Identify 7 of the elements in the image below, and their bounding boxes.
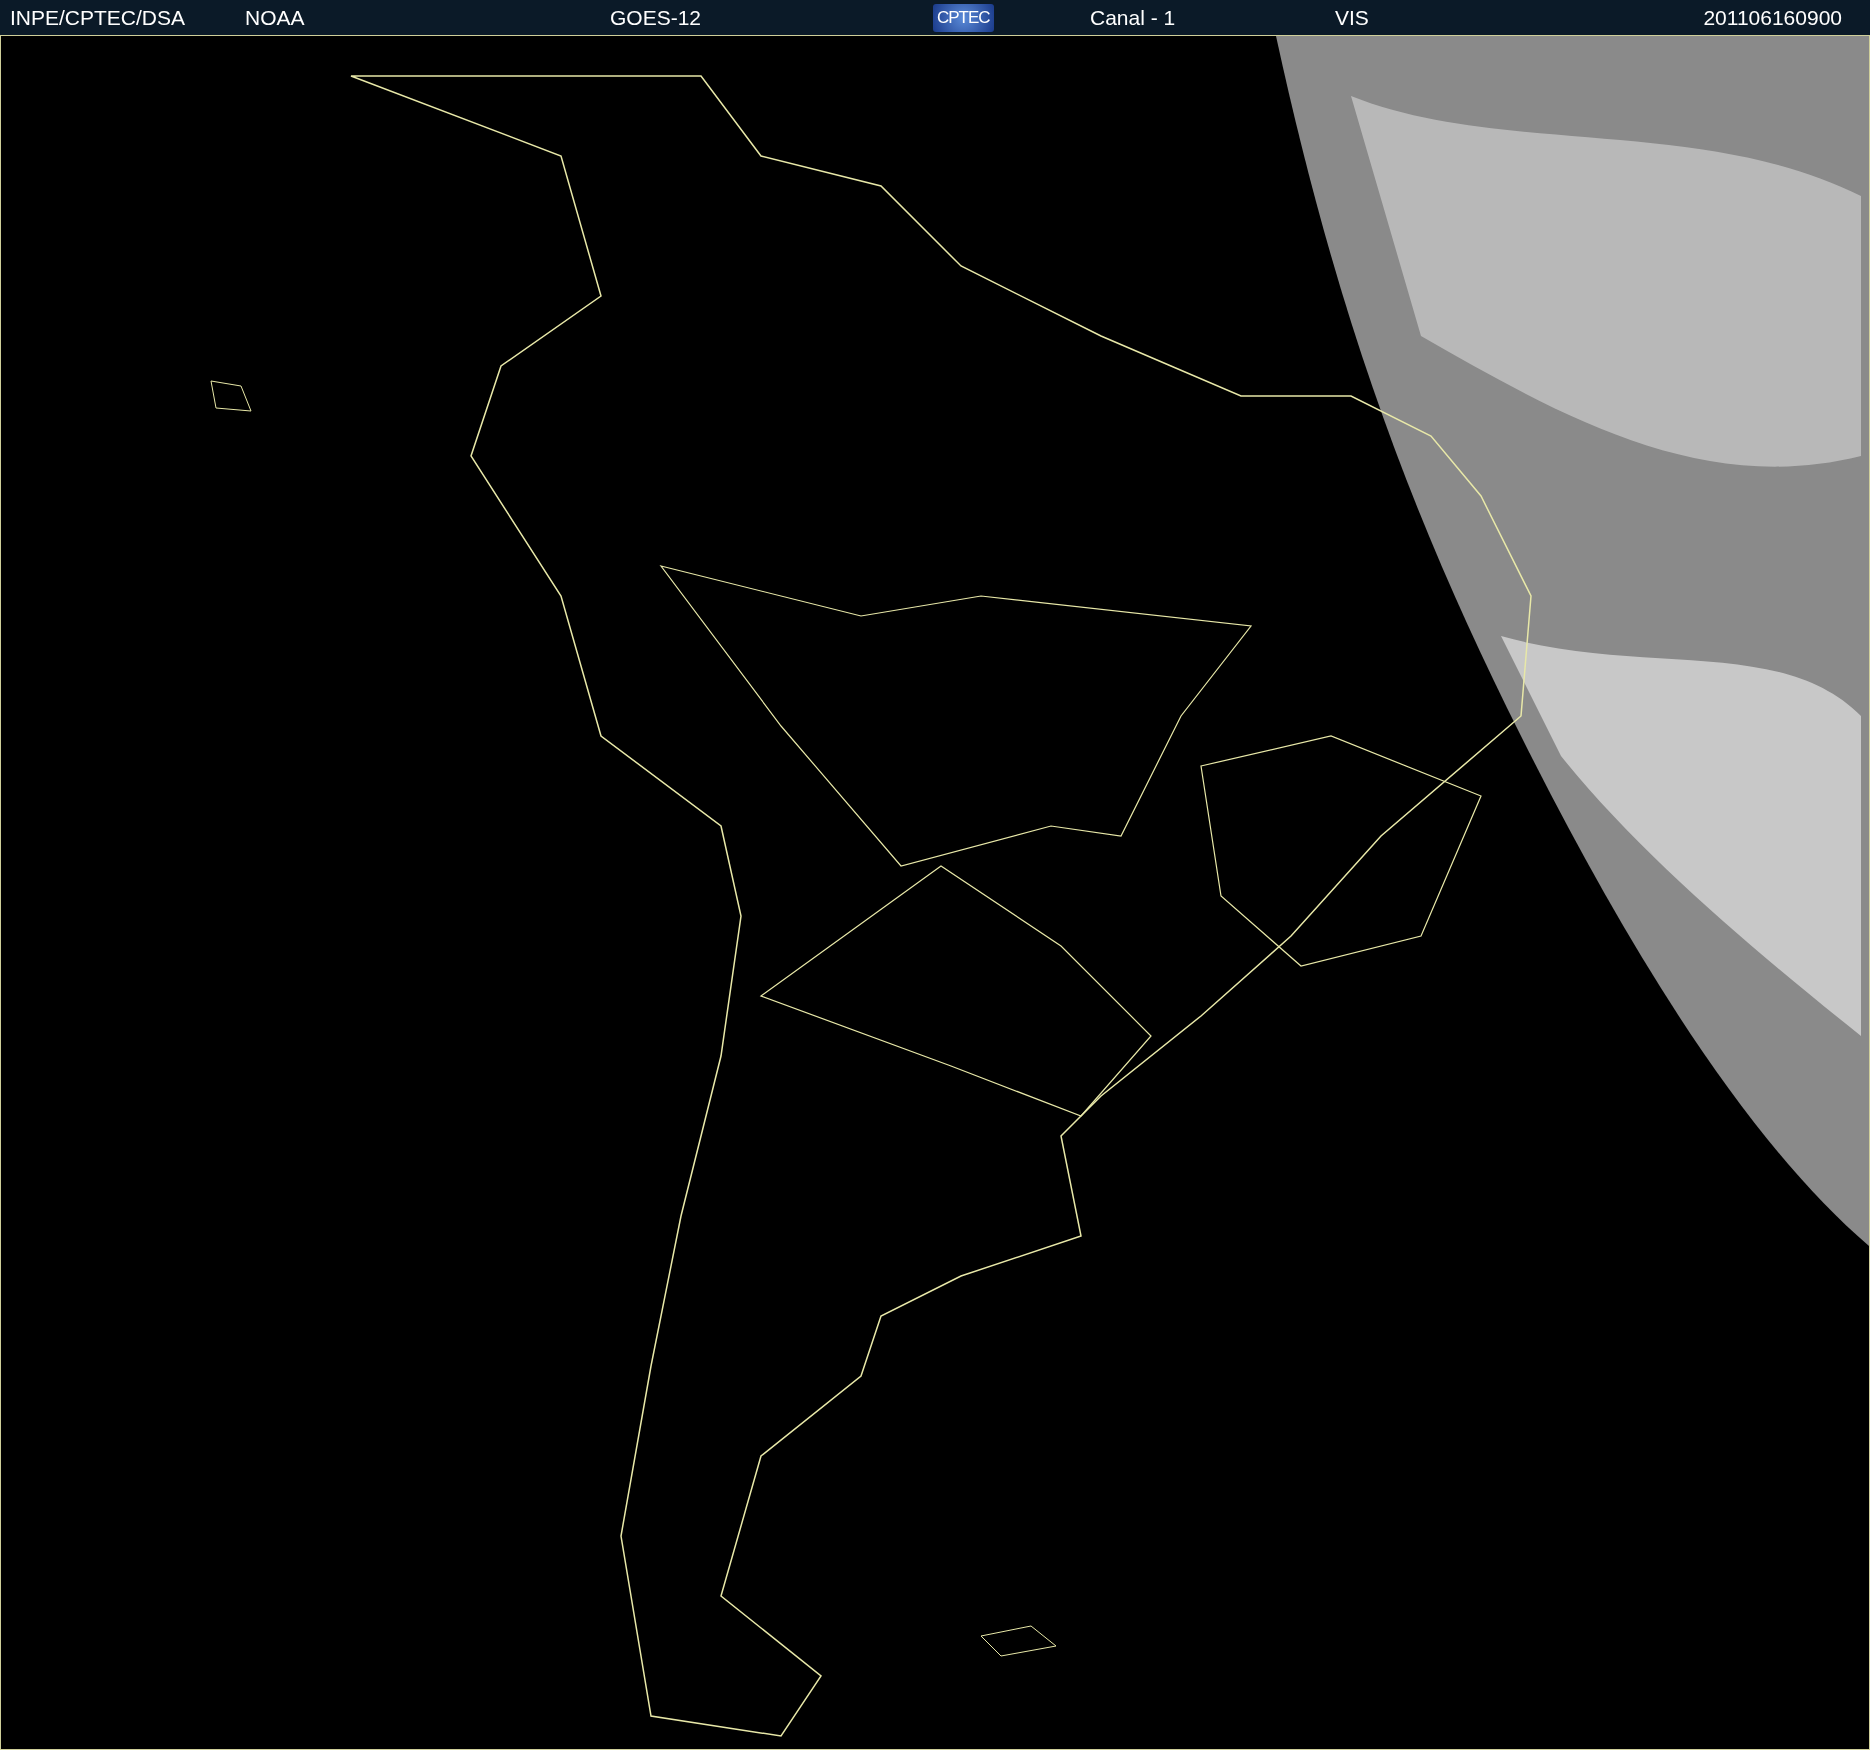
header-label: Canal - 1 — [1090, 5, 1176, 30]
logo: CPTEC — [933, 3, 994, 32]
header-label: GOES-12 — [610, 5, 702, 30]
header-label: NOAA — [245, 5, 305, 30]
header-label: VIS — [1335, 5, 1369, 30]
header-label: 201106160900 — [1703, 5, 1842, 30]
header-label: INPE/CPTEC/DSA — [10, 5, 186, 30]
